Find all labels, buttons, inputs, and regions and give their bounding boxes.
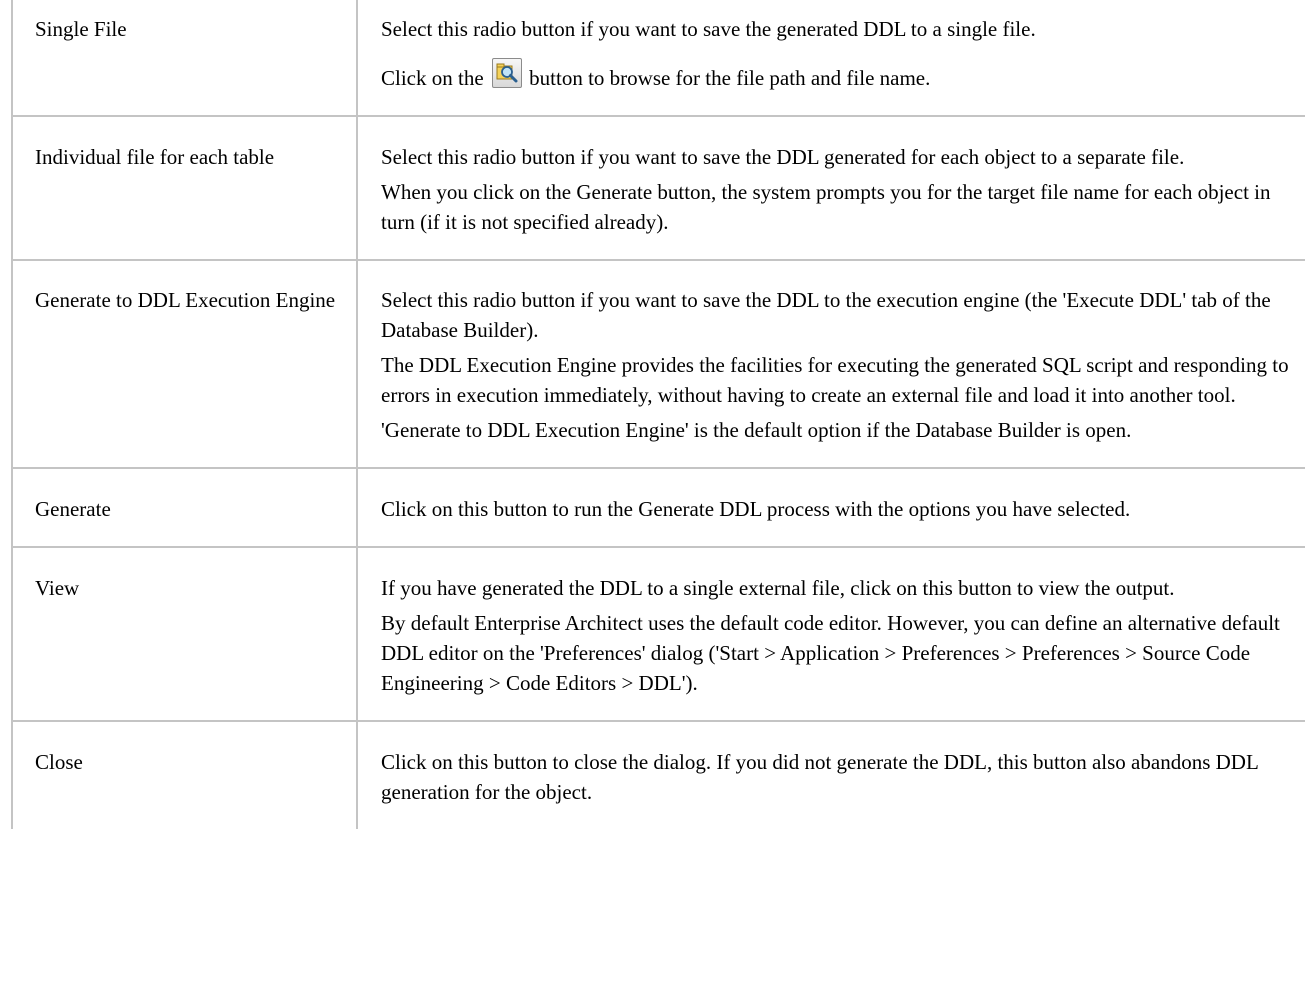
table-row: Generate Click on this button to run the… [11, 467, 1305, 548]
description-paragraph: Select this radio button if you want to … [381, 288, 1271, 342]
browse-instruction: Click on the button to browse for the fi… [381, 58, 1289, 93]
description-paragraph: Click on this button to run the Generate… [381, 497, 1131, 521]
option-name-cell: Individual file for each table [11, 115, 358, 261]
option-description-cell: Select this radio button if you want to … [356, 115, 1305, 261]
option-description-cell: Click on this button to run the Generate… [356, 467, 1305, 548]
description-paragraph: 'Generate to DDL Execution Engine' is th… [381, 418, 1132, 442]
description-paragraph: By default Enterprise Architect uses the… [381, 611, 1280, 695]
description-paragraph: Select this radio button if you want to … [381, 17, 1036, 41]
option-name: Generate to DDL Execution Engine [35, 288, 336, 312]
description-paragraph: If you have generated the DDL to a singl… [381, 576, 1175, 600]
table-row: View If you have generated the DDL to a … [11, 546, 1305, 722]
description-paragraph: When you click on the Generate button, t… [381, 180, 1271, 234]
browse-instruction-before: Click on the [381, 66, 489, 90]
table-row: Individual file for each table Select th… [11, 115, 1305, 261]
option-name: Individual file for each table [35, 145, 275, 169]
option-name-cell: Single File [11, 0, 358, 117]
option-name: View [35, 576, 80, 600]
option-name-cell: Close [11, 720, 358, 829]
table-row: Single File Select this radio button if … [11, 0, 1305, 117]
options-table: Single File Select this radio button if … [11, 0, 1305, 829]
browse-instruction-after: button to browse for the file path and f… [523, 66, 931, 90]
option-name-cell: Generate [11, 467, 358, 548]
option-description-cell: Select this radio button if you want to … [356, 0, 1305, 117]
description-paragraph: Select this radio button if you want to … [381, 145, 1185, 169]
option-description-cell: Click on this button to close the dialog… [356, 720, 1305, 829]
table-row: Close Click on this button to close the … [11, 720, 1305, 829]
option-name: Generate [35, 497, 111, 521]
option-name: Single File [35, 17, 127, 41]
table-row: Generate to DDL Execution Engine Select … [11, 259, 1305, 469]
browse-button [491, 58, 522, 88]
option-description-cell: Select this radio button if you want to … [356, 259, 1305, 469]
folder-search-icon [496, 63, 518, 83]
option-name-cell: View [11, 546, 358, 722]
option-name: Close [35, 750, 83, 774]
option-name-cell: Generate to DDL Execution Engine [11, 259, 358, 469]
option-description-cell: If you have generated the DDL to a singl… [356, 546, 1305, 722]
description-paragraph: Click on this button to close the dialog… [381, 750, 1258, 804]
description-paragraph: The DDL Execution Engine provides the fa… [381, 353, 1289, 407]
